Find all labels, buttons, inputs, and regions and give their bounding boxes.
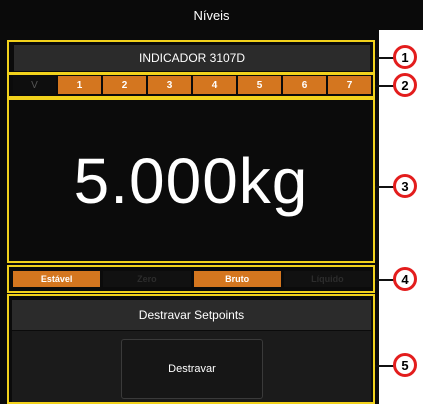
- highlight-frame-4: [7, 265, 375, 293]
- callout-badge-1: 1: [393, 45, 417, 69]
- callout-badge-2: 2: [393, 73, 417, 97]
- highlight-frame-3: [7, 98, 375, 263]
- app-window: Níveis INDICADOR 3107D V 1 2 3 4 5 6 7 5…: [0, 0, 423, 404]
- highlight-frame-2: [7, 72, 375, 98]
- window-title: Níveis: [0, 0, 423, 30]
- callout-line-4: [375, 279, 394, 281]
- callout-badge-3: 3: [393, 174, 417, 198]
- callout-line-2: [375, 85, 394, 87]
- callout-line-3: [375, 186, 394, 188]
- callout-badge-5: 5: [393, 353, 417, 377]
- highlight-frame-1: [7, 40, 375, 75]
- highlight-frame-5: [7, 294, 375, 404]
- callout-line-5: [375, 365, 394, 367]
- callout-line-1: [375, 57, 394, 59]
- callout-badge-4: 4: [393, 267, 417, 291]
